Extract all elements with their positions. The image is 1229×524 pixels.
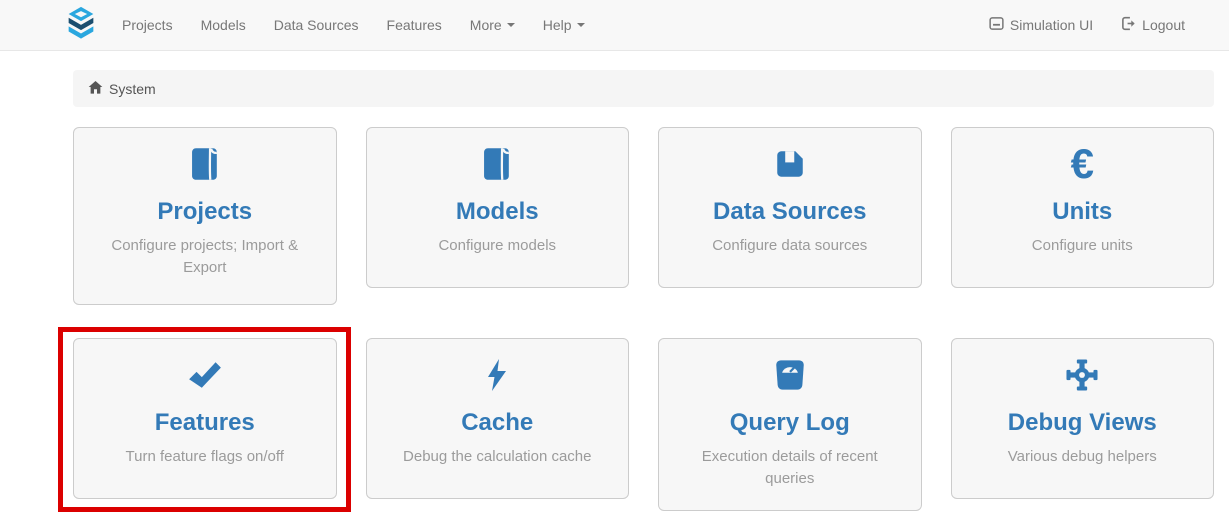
floppy-icon <box>687 144 893 184</box>
nav-item-models[interactable]: Models <box>187 0 260 50</box>
crosshair-icon <box>980 355 1186 395</box>
card-subtitle: Configure units <box>980 235 1186 257</box>
nav-item-more[interactable]: More <box>456 0 529 50</box>
card-cache[interactable]: Cache Debug the calculation cache <box>366 338 630 499</box>
card-title: Query Log <box>687 410 893 436</box>
card-subtitle: Various debug helpers <box>980 446 1186 468</box>
book-icon <box>102 144 308 184</box>
top-navbar: Projects Models Data Sources Features Mo… <box>0 0 1229 51</box>
card-subtitle: Execution details of recent queries <box>687 446 893 490</box>
card-debug-views[interactable]: Debug Views Various debug helpers <box>951 338 1215 499</box>
app-logo[interactable] <box>62 4 100 47</box>
nav-menu: Projects Models Data Sources Features Mo… <box>108 0 599 50</box>
nav-item-simulation-ui[interactable]: Simulation UI <box>975 0 1107 50</box>
nav-item-features[interactable]: Features <box>373 0 456 50</box>
system-card-grid: Projects Configure projects; Import & Ex… <box>73 127 1214 511</box>
card-query-log[interactable]: Query Log Execution details of recent qu… <box>658 338 922 511</box>
card-subtitle: Debug the calculation cache <box>395 446 601 468</box>
card-units[interactable]: € Units Configure units <box>951 127 1215 288</box>
card-title: Debug Views <box>980 410 1186 436</box>
card-subtitle: Configure data sources <box>687 235 893 257</box>
chevron-down-icon <box>577 23 585 27</box>
card-subtitle: Turn feature flags on/off <box>102 446 308 468</box>
home-icon[interactable] <box>88 80 103 98</box>
card-title: Projects <box>102 199 308 225</box>
main-content: System Projects Configure projects; Impo… <box>0 51 1229 511</box>
window-icon <box>989 16 1004 34</box>
check-icon <box>102 355 308 395</box>
card-subtitle: Configure projects; Import & Export <box>102 235 308 279</box>
nav-right: Simulation UI Logout <box>975 0 1199 50</box>
book-icon <box>395 144 601 184</box>
card-subtitle: Configure models <box>395 235 601 257</box>
chevron-down-icon <box>507 23 515 27</box>
card-title: Models <box>395 199 601 225</box>
euro-icon: € <box>980 144 1186 184</box>
card-title: Data Sources <box>687 199 893 225</box>
card-models[interactable]: Models Configure models <box>366 127 630 288</box>
scale-icon <box>687 355 893 395</box>
nav-item-data-sources[interactable]: Data Sources <box>260 0 373 50</box>
breadcrumb-current: System <box>109 81 156 97</box>
card-data-sources[interactable]: Data Sources Configure data sources <box>658 127 922 288</box>
logout-icon <box>1121 16 1136 34</box>
nav-item-logout[interactable]: Logout <box>1107 0 1199 50</box>
card-projects[interactable]: Projects Configure projects; Import & Ex… <box>73 127 337 305</box>
card-title: Features <box>102 410 308 436</box>
breadcrumb: System <box>73 70 1214 107</box>
nav-item-projects[interactable]: Projects <box>108 0 187 50</box>
card-features[interactable]: Features Turn feature flags on/off <box>73 338 337 499</box>
card-title: Units <box>980 199 1186 225</box>
nav-item-help[interactable]: Help <box>529 0 599 50</box>
bolt-icon <box>395 355 601 395</box>
layers-logo-icon <box>62 4 100 47</box>
card-title: Cache <box>395 410 601 436</box>
